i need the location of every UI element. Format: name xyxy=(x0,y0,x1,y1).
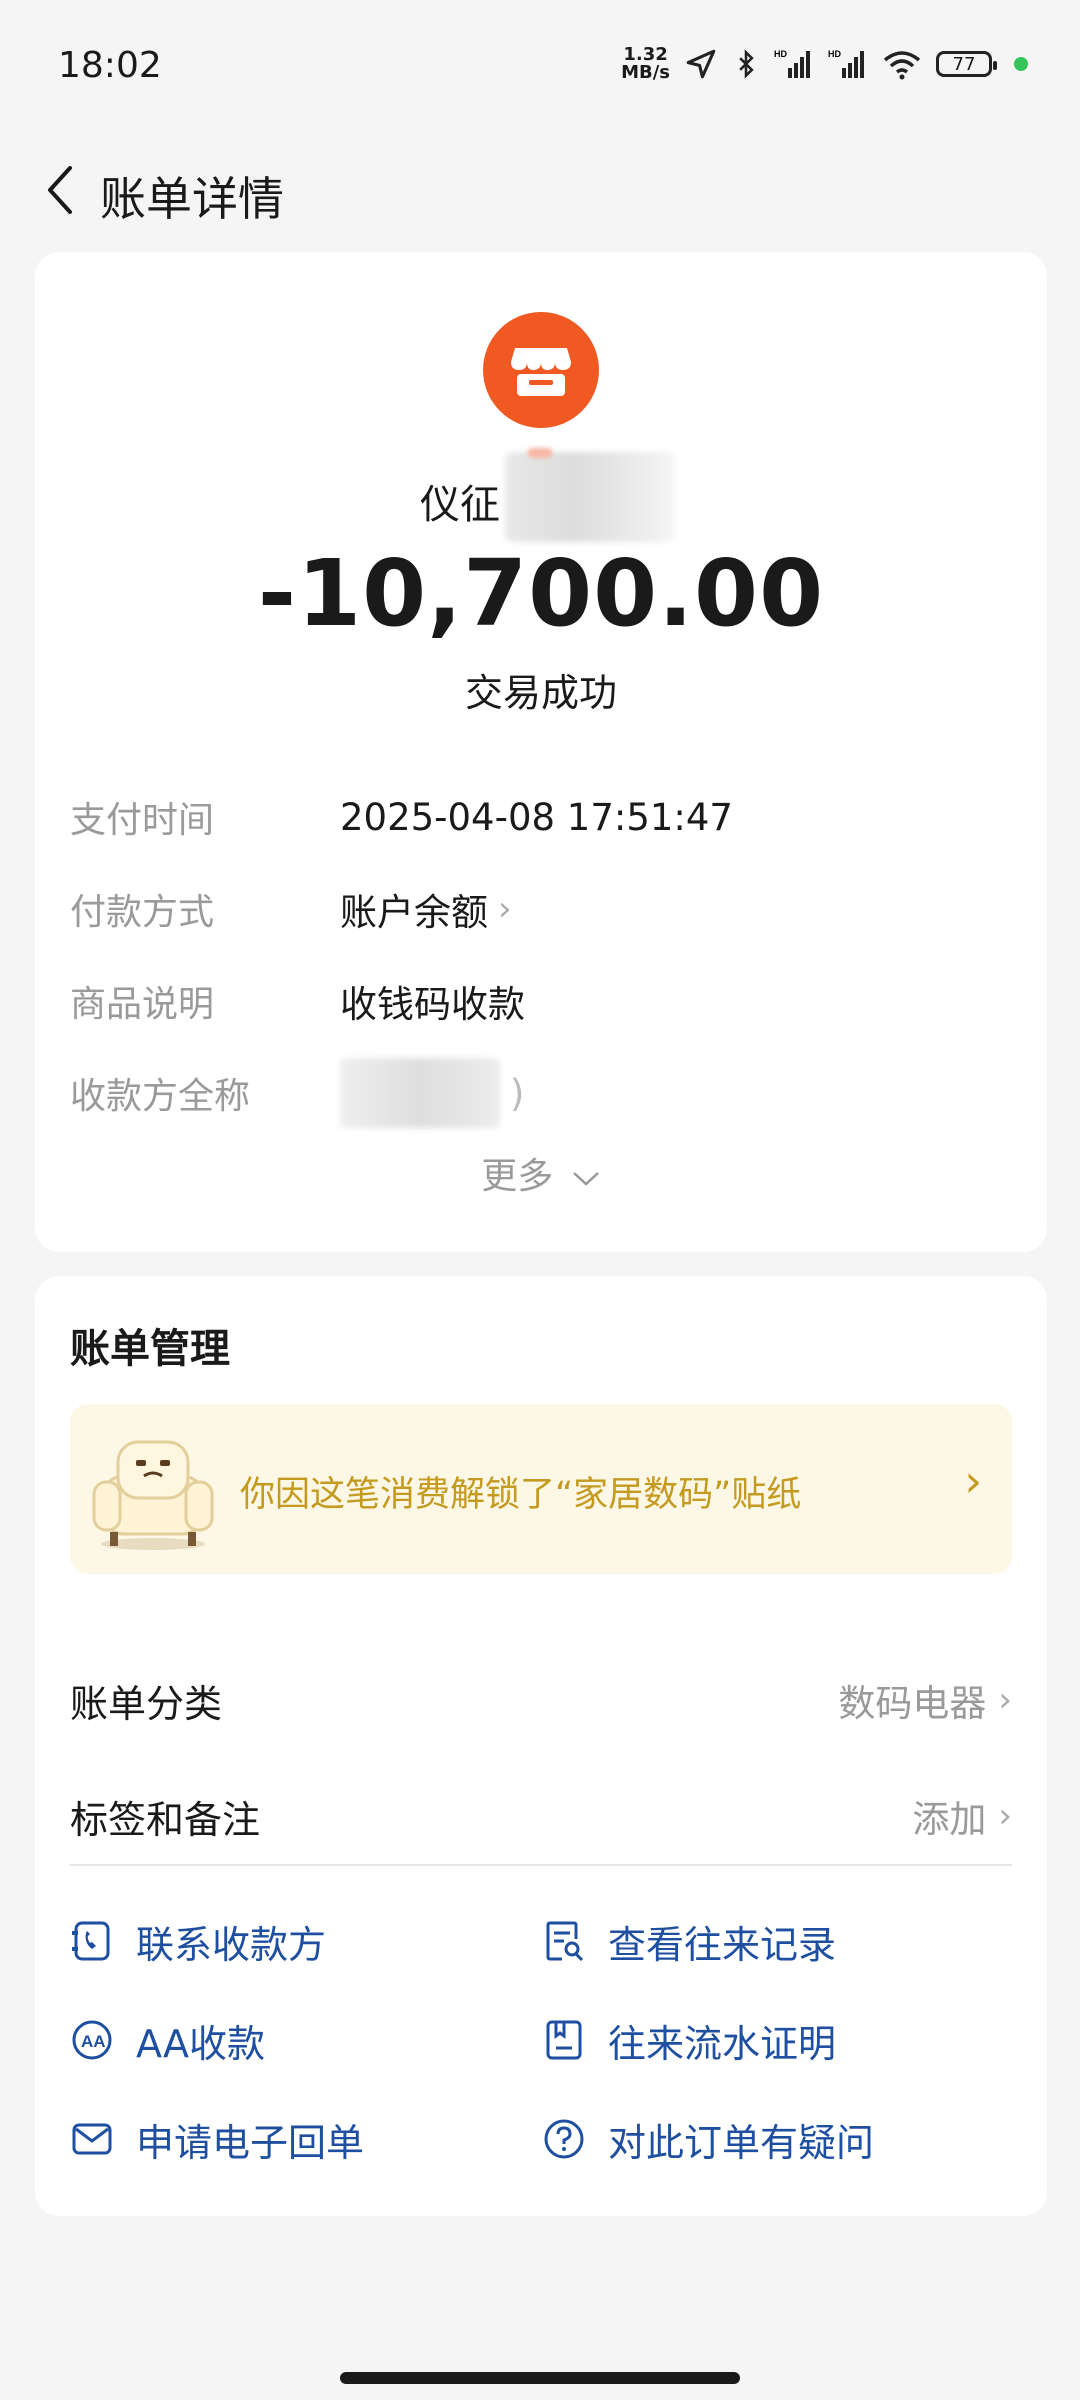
detail-label: 支付时间 xyxy=(70,800,215,841)
contact-payee-button[interactable]: 联系收款方 xyxy=(70,1906,326,1976)
more-button[interactable]: 更多 xyxy=(35,1147,1047,1199)
transaction-amount: -10,700.00 xyxy=(257,540,825,647)
tags-notes-row[interactable]: 标签和备注 添加 › xyxy=(70,1776,1012,1856)
transaction-status: 交易成功 xyxy=(464,671,617,715)
statement-proof-button[interactable]: 往来流水证明 xyxy=(542,2005,836,2075)
svg-text:HD: HD xyxy=(774,49,787,59)
request-receipt-button[interactable]: 申请电子回单 xyxy=(70,2104,364,2174)
detail-value: 2025-04-08 17:51:47 xyxy=(340,795,733,839)
bill-management-card: 账单管理 你因这笔消费解锁了“家居数码”贴纸 › 账单分类 数码电器 › 标签和备… xyxy=(35,1276,1047,2216)
merchant-logo xyxy=(483,312,599,428)
back-button[interactable] xyxy=(30,152,90,228)
signal-icon-2: HD xyxy=(828,49,864,78)
detail-value: ) xyxy=(340,1058,524,1128)
order-question-button[interactable]: 对此订单有疑问 xyxy=(542,2104,874,2174)
shop-icon xyxy=(511,348,571,396)
status-time: 18:02 xyxy=(58,45,162,86)
question-icon xyxy=(544,2119,584,2159)
sticker-text: 你因这笔消费解锁了“家居数码”贴纸 xyxy=(240,1475,802,1515)
divider xyxy=(70,1864,1012,1866)
redacted-payee-name xyxy=(340,1058,500,1128)
chevron-right-icon: › xyxy=(998,1796,1012,1836)
mail-icon xyxy=(72,2123,112,2155)
detail-label: 收款方全称 xyxy=(70,1076,251,1117)
page-title: 账单详情 xyxy=(100,172,284,226)
redaction-accent xyxy=(528,448,552,458)
setting-value: 添加 › xyxy=(912,1796,1012,1841)
bill-category-row[interactable]: 账单分类 数码电器 › xyxy=(70,1660,1012,1740)
sofa-sticker-icon xyxy=(92,1440,214,1550)
setting-label: 账单分类 xyxy=(70,1681,223,1726)
setting-label: 标签和备注 xyxy=(70,1797,261,1842)
detail-row-payment-method[interactable]: 付款方式 账户余额 › xyxy=(70,879,512,939)
back-arrow-icon xyxy=(48,166,72,214)
setting-value: 数码电器 › xyxy=(838,1680,1012,1725)
chevron-right-icon: › xyxy=(998,1680,1012,1720)
wifi-icon xyxy=(883,51,921,80)
detail-label: 商品说明 xyxy=(70,984,215,1025)
signal-icon-1: HD xyxy=(774,49,810,78)
header: 账单详情 xyxy=(0,130,1080,250)
bill-summary-card: 仪征 -10,700.00 交易成功 支付时间 2025-04-08 17:51… xyxy=(35,252,1047,1252)
view-history-button[interactable]: 查看往来记录 xyxy=(542,1906,836,1976)
phone-chat-icon xyxy=(72,1921,110,1961)
chevron-right-icon: › xyxy=(498,889,512,929)
battery-indicator: 77 xyxy=(936,51,997,77)
detail-row-payee-name: 收款方全称 ) xyxy=(70,1058,524,1128)
svg-text:HD: HD xyxy=(828,49,841,59)
bluetooth-icon xyxy=(739,49,754,79)
redacted-merchant-name xyxy=(505,452,675,542)
status-icons: 1.32 MB/s HD HD 77 xyxy=(621,46,1028,82)
home-indicator[interactable] xyxy=(340,2372,740,2384)
detail-value[interactable]: 账户余额 › xyxy=(340,882,512,936)
sticker-banner[interactable]: 你因这笔消费解锁了“家居数码”贴纸 › xyxy=(70,1404,1012,1574)
detail-label: 付款方式 xyxy=(70,892,215,933)
status-bar: 18:02 1.32 MB/s HD HD 77 xyxy=(0,0,1080,140)
chevron-right-icon: › xyxy=(964,1456,982,1507)
merchant-name: 仪征 xyxy=(420,482,500,528)
section-title: 账单管理 xyxy=(70,1326,230,1372)
search-doc-icon xyxy=(546,1921,584,1962)
merchant-name-row: 仪征 xyxy=(35,448,1047,542)
chevron-down-icon xyxy=(572,1172,599,1186)
network-speed: 1.32 MB/s xyxy=(621,44,670,83)
detail-row-product-desc: 商品说明 收钱码收款 xyxy=(70,971,525,1031)
aa-icon: AA xyxy=(72,2020,112,2060)
detail-value: 收钱码收款 xyxy=(340,983,525,1026)
location-icon xyxy=(686,49,716,79)
privacy-indicator-dot xyxy=(1014,57,1028,71)
svg-text:AA: AA xyxy=(81,2032,106,2051)
statement-icon xyxy=(546,2020,582,2060)
detail-row-pay-time: 支付时间 2025-04-08 17:51:47 xyxy=(70,787,733,847)
aa-payment-button[interactable]: AA AA收款 xyxy=(70,2005,265,2075)
